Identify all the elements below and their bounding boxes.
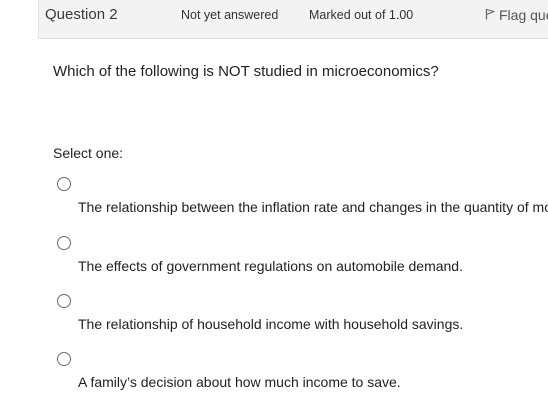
question-number: Question 2 bbox=[45, 6, 118, 23]
answer-option[interactable]: The relationship between the inflation r… bbox=[57, 177, 548, 217]
answer-option[interactable]: The effects of government regulations on… bbox=[57, 236, 548, 276]
answer-radio[interactable] bbox=[57, 294, 71, 308]
flag-question-button[interactable]: Flag question bbox=[485, 7, 548, 23]
select-prompt: Select one: bbox=[53, 145, 124, 161]
answer-label[interactable]: A family’s decision about how much incom… bbox=[78, 374, 401, 390]
flag-question-label: Flag question bbox=[499, 7, 548, 23]
answer-option[interactable]: The relationship of household income wit… bbox=[57, 294, 548, 334]
question-marks: Marked out of 1.00 bbox=[309, 8, 414, 22]
question-text: Which of the following is NOT studied in… bbox=[53, 63, 439, 80]
answer-radio[interactable] bbox=[57, 352, 71, 366]
answer-radio[interactable] bbox=[57, 236, 71, 250]
quiz-question-page: Question 2 Not yet answered Marked out o… bbox=[0, 0, 548, 407]
answer-label[interactable]: The relationship between the inflation r… bbox=[78, 199, 548, 215]
answer-status: Not yet answered bbox=[181, 8, 279, 22]
answer-label[interactable]: The effects of government regulations on… bbox=[78, 258, 463, 274]
answer-radio[interactable] bbox=[57, 177, 71, 191]
flag-icon bbox=[485, 7, 495, 23]
answer-label[interactable]: The relationship of household income wit… bbox=[78, 316, 463, 332]
answer-option[interactable]: A family’s decision about how much incom… bbox=[57, 352, 548, 392]
question-info-bar: Question 2 Not yet answered Marked out o… bbox=[38, 0, 548, 39]
